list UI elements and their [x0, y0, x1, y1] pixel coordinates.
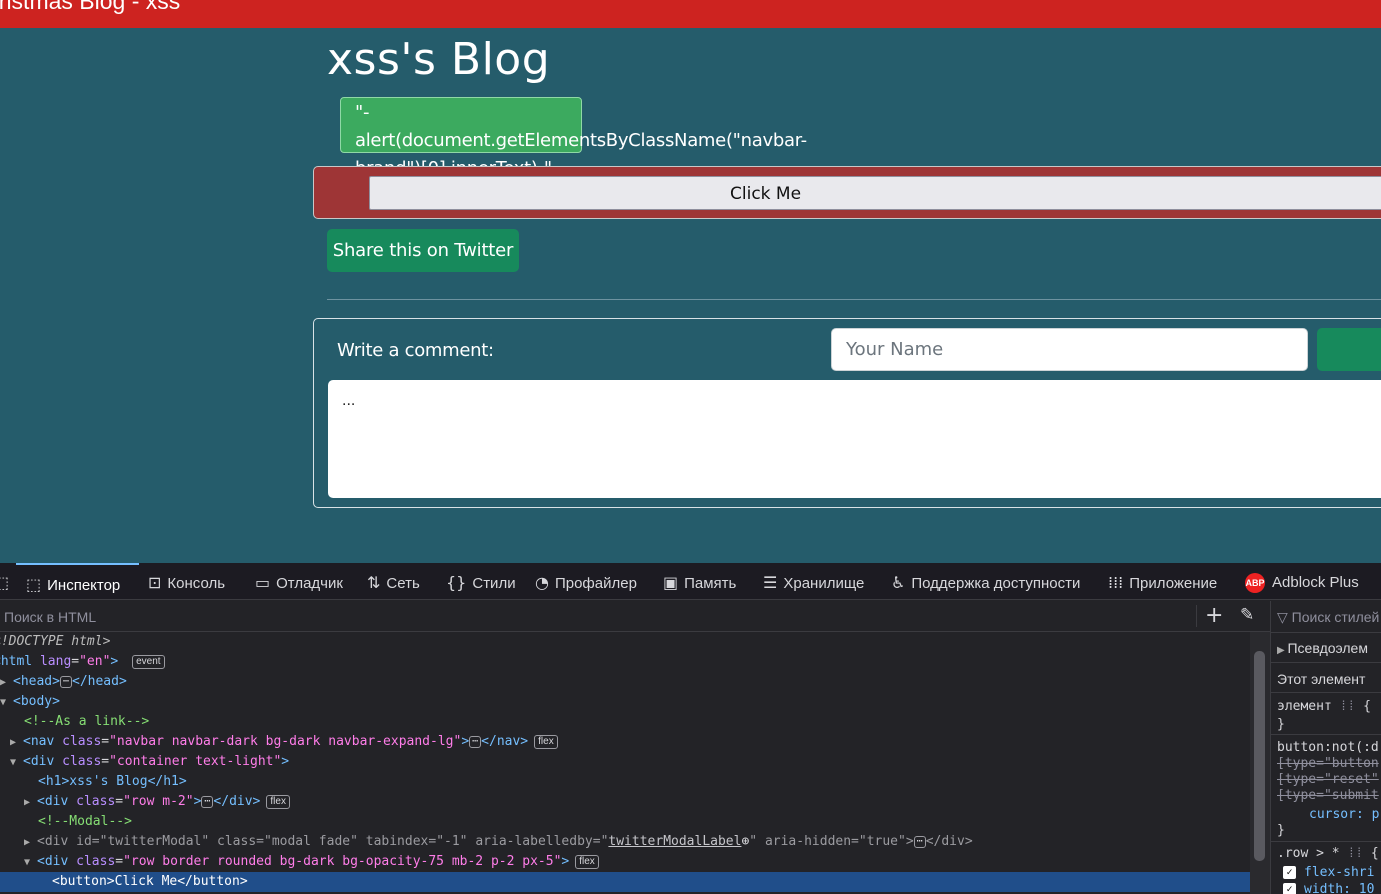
- row-rule-selector[interactable]: .row > * ⁞⁞ {: [1277, 846, 1379, 861]
- tree-scrollbar-thumb[interactable]: [1254, 651, 1265, 861]
- element-rule[interactable]: элемент ⁞⁞ {: [1277, 699, 1371, 714]
- memory-icon: ▣: [663, 573, 679, 592]
- this-element-heading: Этот элемент: [1277, 671, 1366, 687]
- collapsed-dots-icon[interactable]: ⋯: [59, 675, 72, 688]
- share-twitter-button[interactable]: Share this on Twitter: [327, 229, 519, 272]
- devtools-panel: ⬚ ⬚ Инспектор ⊡ Консоль ▭ Отладчик ⇅ Сеть {}…: [0, 563, 1381, 894]
- grid-icon: ⁞⁞: [1331, 699, 1364, 714]
- submit-button[interactable]: [1317, 328, 1381, 371]
- page-title: xss's Blog: [327, 34, 551, 85]
- collapse-arrow-icon[interactable]: ▼: [24, 853, 37, 873]
- comment-textarea[interactable]: ...: [328, 380, 1381, 498]
- collapsed-dots-icon[interactable]: ⋯: [469, 735, 482, 748]
- flex-badge[interactable]: flex: [575, 854, 599, 869]
- expand-arrow-icon: ▶: [1277, 645, 1288, 656]
- rules-divider: [1271, 841, 1381, 842]
- cursor-declaration[interactable]: cursor: p: [1309, 807, 1379, 822]
- rules-panel: ▽ Поиск стилей ▶ Псевдоэлем Этот элемент…: [1270, 601, 1381, 894]
- tree-line-nav[interactable]: ▶ <nav class="navbar navbar-dark bg-dark …: [10, 732, 558, 752]
- eyedropper-icon[interactable]: ✎: [1240, 605, 1254, 625]
- flex-badge[interactable]: flex: [266, 794, 290, 809]
- pick-element-icon[interactable]: ⬚: [0, 563, 15, 600]
- profiler-icon: ◔: [535, 573, 549, 592]
- collapsed-dots-icon[interactable]: ⋯: [201, 795, 214, 808]
- expand-arrow-icon[interactable]: ▶: [24, 833, 37, 853]
- tree-line-h1[interactable]: <h1>xss's Blog</h1>: [38, 772, 187, 792]
- browser-topbar: hristmas Blog - xss: [0, 0, 1381, 28]
- accessibility-icon: ♿: [891, 573, 906, 592]
- html-search-bar: Поиск в HTML + ✎: [0, 601, 1270, 632]
- button-rule-selector[interactable]: button:not(:d: [1277, 740, 1379, 755]
- checkbox-icon[interactable]: ✓: [1283, 883, 1296, 894]
- console-icon: ⊡: [148, 573, 162, 592]
- html-search-input[interactable]: Поиск в HTML: [4, 609, 96, 625]
- modal-label-link[interactable]: twitterModalLabel: [608, 834, 741, 849]
- storage-icon: ☰: [763, 573, 778, 592]
- application-icon: ⁞⁞⁞: [1108, 573, 1124, 592]
- tree-line-container[interactable]: ▼ <div class="container text-light">: [10, 752, 289, 772]
- click-me-button[interactable]: Click Me: [369, 176, 1381, 210]
- tab-memory[interactable]: ▣ Память: [663, 563, 736, 600]
- rules-divider: [1271, 662, 1381, 663]
- collapse-arrow-icon[interactable]: ▼: [0, 693, 13, 713]
- collapsed-dots-icon[interactable]: ⋯: [913, 835, 926, 848]
- type-button-selector: [type="button: [1277, 756, 1379, 771]
- collapse-arrow-icon[interactable]: ▼: [10, 753, 23, 773]
- tree-line-modal[interactable]: ▶ <div id="twitterModal" class="modal fad…: [24, 832, 973, 852]
- network-icon: ⇅: [367, 573, 381, 592]
- event-badge[interactable]: event: [132, 654, 165, 669]
- tree-line-comment-link[interactable]: <!--As a link-->: [24, 712, 149, 732]
- pseudo-elements-toggle[interactable]: ▶ Псевдоэлем: [1277, 640, 1368, 656]
- tab-console[interactable]: ⊡ Консоль: [148, 563, 225, 600]
- adblock-icon: ABP: [1245, 573, 1265, 594]
- name-input[interactable]: Your Name: [831, 328, 1308, 371]
- toolbar-separator: [1196, 605, 1197, 627]
- grid-icon: ⁞⁞: [1339, 846, 1371, 861]
- button-rule-close: }: [1277, 823, 1285, 838]
- expand-arrow-icon[interactable]: ▶: [10, 733, 23, 753]
- flex-shrink-declaration[interactable]: ✓ flex-shri: [1283, 865, 1374, 880]
- type-submit-selector: [type="submit: [1277, 788, 1379, 803]
- tree-line-comment-modal[interactable]: <!--Modal-->: [38, 812, 132, 832]
- tree-line-body[interactable]: ▼ <body>: [0, 692, 60, 712]
- style-search-input[interactable]: ▽ Поиск стилей: [1277, 609, 1379, 626]
- tab-debugger[interactable]: ▭ Отладчик: [255, 563, 343, 600]
- filter-icon: ▽: [1277, 609, 1292, 625]
- devtools-tabbar: ⬚ ⬚ Инспектор ⊡ Консоль ▭ Отладчик ⇅ Сеть {}…: [0, 563, 1381, 600]
- tree-line-row-m2[interactable]: ▶ <div class="row m-2"> ⋯ </div> flex: [24, 792, 290, 812]
- tab-storage[interactable]: ☰ Хранилище: [763, 563, 864, 600]
- tab-inspector[interactable]: ⬚ Инспектор: [16, 563, 139, 600]
- checkbox-icon[interactable]: ✓: [1283, 866, 1296, 879]
- style-editor-icon: {}: [446, 573, 467, 592]
- flex-badge[interactable]: flex: [534, 734, 558, 749]
- type-reset-selector: [type="reset": [1277, 772, 1379, 787]
- tab-adblock[interactable]: ABP Adblock Plus: [1245, 563, 1359, 600]
- tab-style-editor[interactable]: {} Стили: [446, 563, 516, 600]
- element-rule-close: }: [1277, 717, 1285, 732]
- tree-line-doctype[interactable]: <!DOCTYPE html>: [0, 632, 110, 652]
- navbar-brand[interactable]: hristmas Blog - xss: [0, 0, 180, 15]
- rules-divider: [1271, 692, 1381, 693]
- expand-arrow-icon[interactable]: ▶: [0, 673, 13, 693]
- tree-line-button-selected[interactable]: <button>Click Me</button>: [0, 872, 1250, 892]
- tree-line-head[interactable]: ▶ <head> ⋯ </head>: [0, 672, 127, 692]
- tab-application[interactable]: ⁞⁞⁞ Приложение: [1108, 563, 1217, 600]
- tab-network[interactable]: ⇅ Сеть: [367, 563, 420, 600]
- tree-line-html[interactable]: <html lang="en"> event: [0, 652, 165, 672]
- comment-label: Write a comment:: [337, 340, 494, 361]
- divider: [327, 299, 1381, 300]
- rules-divider: [1271, 734, 1381, 735]
- tab-profiler[interactable]: ◔ Профайлер: [535, 563, 637, 600]
- rules-divider: [1271, 632, 1381, 633]
- add-node-icon[interactable]: +: [1205, 603, 1223, 628]
- tab-accessibility[interactable]: ♿ Поддержка доступности: [891, 563, 1080, 600]
- expand-arrow-icon[interactable]: ▶: [24, 793, 37, 813]
- tree-line-row-border[interactable]: ▼ <div class="row border rounded bg-dark …: [24, 852, 599, 872]
- inspector-icon: ⬚: [26, 575, 42, 594]
- width-declaration[interactable]: ✓ width: 10: [1283, 882, 1374, 894]
- debugger-icon: ▭: [255, 573, 271, 592]
